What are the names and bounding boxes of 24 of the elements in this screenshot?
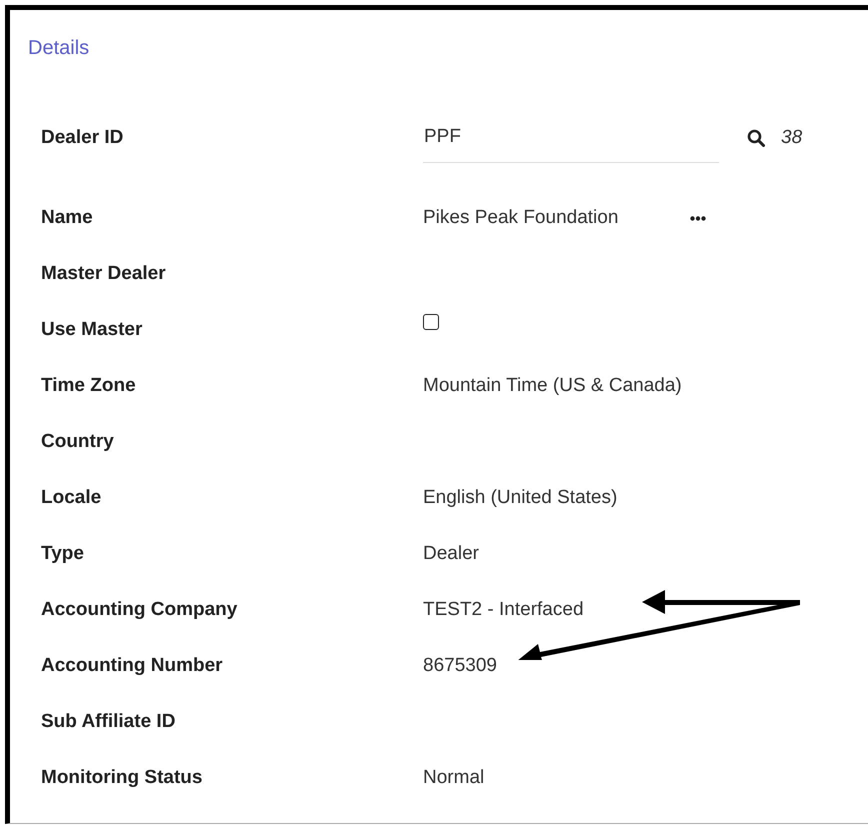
field-label: Dealer ID <box>41 127 124 149</box>
field-label: Master Dealer <box>41 263 167 285</box>
field-label: Time Zone <box>41 375 137 397</box>
field-label: Name <box>41 207 94 229</box>
field-label: Locale <box>41 487 102 509</box>
field-value: English (United States) <box>423 487 618 509</box>
field-label: Type <box>41 543 85 565</box>
field-label: Country <box>41 431 115 453</box>
field-label: Monitoring Status <box>41 767 204 789</box>
field-value: Normal <box>423 767 484 789</box>
more-icon[interactable] <box>690 216 706 220</box>
field-label: Accounting Company <box>41 599 238 621</box>
search-icon[interactable] <box>747 129 765 147</box>
field-label: Accounting Number <box>41 655 224 677</box>
checkbox[interactable] <box>423 314 439 330</box>
field-value: Pikes Peak Foundation <box>423 207 618 229</box>
result-count: 38 <box>781 127 802 149</box>
field-value: TEST2 - Interfaced <box>423 599 584 621</box>
field-label: Sub Affiliate ID <box>41 711 176 733</box>
field-value: 8675309 <box>423 655 497 677</box>
field-value: Dealer <box>423 543 479 565</box>
field-label: Use Master <box>41 319 144 341</box>
section-title: Details <box>27 36 90 61</box>
field-value: Mountain Time (US & Canada) <box>423 375 682 397</box>
